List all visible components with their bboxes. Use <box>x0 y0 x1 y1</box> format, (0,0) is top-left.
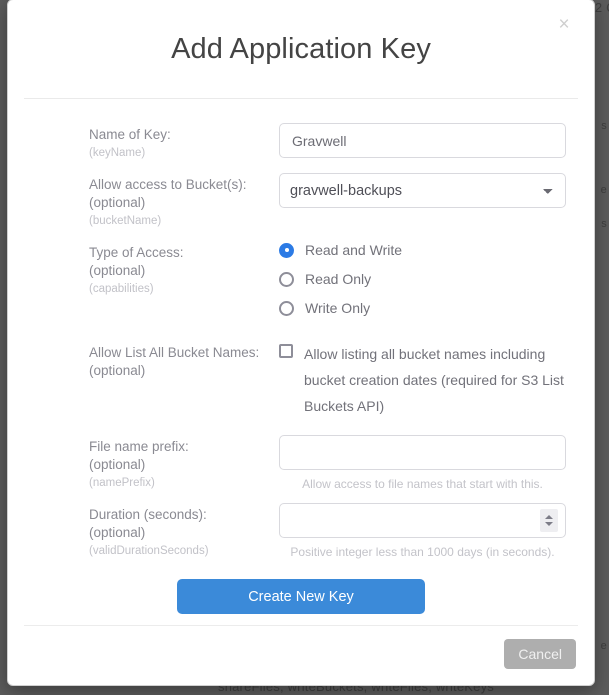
form-row-capabilities: Type of Access: (optional) (capabilities… <box>8 241 594 329</box>
label-capabilities-optional: (optional) <box>89 263 146 278</box>
label-duration-optional: (optional) <box>89 525 146 540</box>
cancel-button[interactable]: Cancel <box>504 639 576 669</box>
radio-mark-icon <box>279 271 294 287</box>
name-prefix-input[interactable] <box>279 435 566 470</box>
field-capabilities: Read and Write Read Only Write Only <box>279 241 566 329</box>
application-key-form: Name of Key: (keyName) Allow access to B… <box>8 99 594 614</box>
add-application-key-dialog: × Add Application Key Name of Key: (keyN… <box>7 0 595 686</box>
label-capabilities-sub: (capabilities) <box>89 283 154 295</box>
field-list-all-buckets: Allow listing all bucket names including… <box>279 341 566 419</box>
field-key-name <box>279 123 566 158</box>
duration-input-wrapper <box>279 503 566 538</box>
form-row-bucket-name: Allow access to Bucket(s): (optional) (b… <box>8 173 594 229</box>
label-capabilities: Type of Access: (optional) (capabilities… <box>89 241 279 297</box>
field-duration: Positive integer less than 1000 days (in… <box>279 503 566 559</box>
label-duration-sub: (validDurationSeconds) <box>89 545 209 557</box>
background-right-fragment: e <box>600 184 607 196</box>
label-list-all-buckets-text: Allow List All Bucket Names: <box>89 345 260 360</box>
key-name-input[interactable] <box>279 123 566 158</box>
label-key-name: Name of Key: (keyName) <box>89 123 279 161</box>
label-capabilities-text: Type of Access: <box>89 245 184 260</box>
submit-row: Create New Key <box>8 579 594 614</box>
radio-mark-icon <box>279 242 294 258</box>
label-duration-text: Duration (seconds): <box>89 507 207 522</box>
label-bucket-name-optional: (optional) <box>89 195 146 210</box>
bucket-select[interactable]: gravwell-backups <box>279 173 566 208</box>
checkbox-list-all-buckets-label: Allow listing all bucket names including… <box>304 346 564 414</box>
label-name-prefix: File name prefix: (optional) (namePrefix… <box>89 435 279 491</box>
dialog-title: Add Application Key <box>171 33 431 65</box>
create-new-key-button[interactable]: Create New Key <box>177 579 425 614</box>
chevron-down-icon <box>545 522 553 526</box>
checkbox-icon <box>279 344 293 358</box>
radio-write-only-label: Write Only <box>305 300 371 316</box>
field-name-prefix: Allow access to file names that start wi… <box>279 435 566 491</box>
background-right-fragment: s <box>601 120 607 132</box>
label-list-all-buckets-optional: (optional) <box>89 363 146 378</box>
form-row-key-name: Name of Key: (keyName) <box>8 123 594 161</box>
label-bucket-name-sub: (bucketName) <box>89 215 162 227</box>
field-bucket-name: gravwell-backups <box>279 173 566 208</box>
label-name-prefix-text: File name prefix: <box>89 439 189 454</box>
footer-divider <box>24 625 578 626</box>
radio-read-only[interactable]: Read Only <box>279 271 566 287</box>
name-prefix-help-text: Allow access to file names that start wi… <box>302 477 543 491</box>
radio-read-only-label: Read Only <box>305 271 372 287</box>
label-key-name-sub: (keyName) <box>89 147 146 159</box>
label-bucket-name: Allow access to Bucket(s): (optional) (b… <box>89 173 279 229</box>
number-spinner-icon[interactable] <box>540 509 558 532</box>
form-row-name-prefix: File name prefix: (optional) (namePrefix… <box>8 435 594 491</box>
background-right-fragment: s <box>601 218 607 230</box>
dialog-footer: Cancel <box>8 625 594 685</box>
label-bucket-name-text: Allow access to Bucket(s): <box>89 177 247 192</box>
label-list-all-buckets: Allow List All Bucket Names: (optional) <box>89 341 279 380</box>
form-row-duration: Duration (seconds): (optional) (validDur… <box>8 503 594 559</box>
duration-input[interactable] <box>279 503 566 538</box>
label-duration: Duration (seconds): (optional) (validDur… <box>89 503 279 559</box>
duration-help-text: Positive integer less than 1000 days (in… <box>290 545 555 559</box>
chevron-up-icon <box>545 515 553 519</box>
radio-read-and-write[interactable]: Read and Write <box>279 242 566 258</box>
label-key-name-text: Name of Key: <box>89 127 171 142</box>
dialog-header: × Add Application Key <box>8 0 594 98</box>
form-row-list-all-buckets: Allow List All Bucket Names: (optional) … <box>8 341 594 419</box>
background-right-fragment: e <box>600 640 607 652</box>
label-name-prefix-optional: (optional) <box>89 457 146 472</box>
checkbox-list-all-buckets[interactable]: Allow listing all bucket names including… <box>279 341 566 419</box>
close-icon[interactable]: × <box>553 14 575 36</box>
radio-read-and-write-label: Read and Write <box>305 242 403 258</box>
radio-write-only[interactable]: Write Only <box>279 300 566 316</box>
radio-mark-icon <box>279 300 294 316</box>
label-name-prefix-sub: (namePrefix) <box>89 477 155 489</box>
